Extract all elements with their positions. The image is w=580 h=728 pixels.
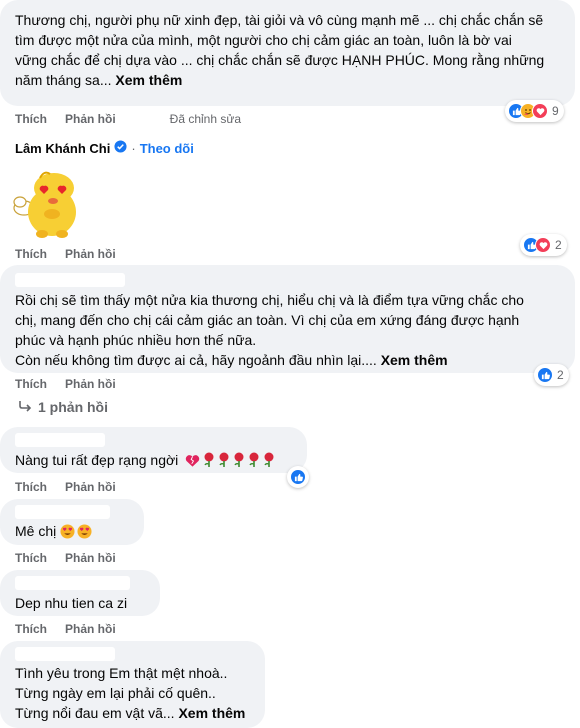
comment-line: phúc và hạnh phúc nhiều hơn thế nữa. [15, 332, 257, 348]
like-button[interactable]: Thích [15, 551, 47, 565]
comment-line: Dep nhu tien ca zi [15, 595, 128, 611]
rose-emoji-icon [248, 452, 260, 468]
reply-button[interactable]: Phản hồi [65, 247, 116, 261]
comment-actions: Thích Phản hồi [15, 480, 116, 494]
comment-actions: Thích Phản hồi Đã chỉnh sửa [15, 112, 241, 126]
comment-line: Mê chị [15, 523, 57, 539]
see-more-link[interactable]: Xem thêm [178, 705, 245, 721]
replies-count: 1 phản hồi [38, 399, 108, 415]
like-reaction-icon [537, 367, 553, 383]
like-reaction-icon [290, 469, 306, 485]
reaction-summary[interactable]: 2 [520, 234, 567, 256]
reply-arrow-icon [18, 399, 32, 415]
comment-bubble: Thương chị, người phụ nữ xinh đẹp, tài g… [0, 0, 575, 106]
comment-text: Rồi chị sẽ tìm thấy một nửa kia thương c… [15, 290, 524, 370]
reply-button[interactable]: Phản hồi [65, 622, 116, 636]
comment-line: chị, mang đến cho chị cái cảm giác an to… [15, 312, 520, 328]
comment-author: Lâm Khánh Chi · Theo dõi [15, 140, 194, 156]
comment-bubble: Dep nhu tien ca zi [0, 570, 160, 616]
comment-bubble: Nàng tui rất đẹp rạng ngời [0, 427, 307, 473]
like-button[interactable]: Thích [15, 247, 47, 261]
rose-emoji-icon [203, 452, 215, 468]
redacted-name [15, 433, 105, 447]
reaction-summary[interactable]: 2 [534, 364, 569, 386]
comment-actions: Thích Phản hồi [15, 622, 116, 636]
love-reaction-icon [535, 237, 551, 253]
redacted-name [15, 576, 130, 590]
reaction-summary[interactable]: 9 [505, 100, 564, 122]
redacted-name [15, 273, 125, 287]
reply-button[interactable]: Phản hồi [65, 377, 116, 391]
redacted-name [15, 505, 110, 519]
comment-bubble: Tình yêu trong Em thật mệt nhoà.. Từng n… [0, 641, 265, 728]
reaction-count: 2 [557, 368, 564, 382]
view-replies-link[interactable]: 1 phản hồi [18, 399, 108, 415]
rose-emoji-icon [218, 452, 230, 468]
comment-actions: Thích Phản hồi [15, 247, 116, 261]
sticker-image [12, 168, 84, 240]
separator-dot: · [131, 140, 136, 156]
redacted-name [15, 647, 115, 661]
comment-bubble: Rồi chị sẽ tìm thấy một nửa kia thương c… [0, 265, 575, 373]
author-name[interactable]: Lâm Khánh Chi [15, 141, 110, 156]
comment-text: Tình yêu trong Em thật mệt nhoà.. Từng n… [15, 663, 245, 723]
comment-line: tìm được một nửa của mình, một người cho… [15, 32, 512, 48]
comment-text: Thương chị, người phụ nữ xinh đẹp, tài g… [15, 10, 544, 90]
follow-button[interactable]: Theo dõi [140, 141, 194, 156]
broken-heart-emoji-icon [185, 453, 200, 473]
reaction-count: 2 [555, 238, 562, 252]
see-more-link[interactable]: Xem thêm [115, 72, 182, 88]
comment-text: Nàng tui rất đẹp rạng ngời [15, 450, 275, 473]
like-button[interactable]: Thích [15, 622, 47, 636]
comment-text: Dep nhu tien ca zi [15, 593, 127, 613]
comment-actions: Thích Phản hồi [15, 377, 116, 391]
comment-line: Thương chị, người phụ nữ xinh đẹp, tài g… [15, 12, 544, 28]
comment-line: Nàng tui rất đẹp rạng ngời [15, 452, 179, 468]
like-button[interactable]: Thích [15, 377, 47, 391]
comment-line: Rồi chị sẽ tìm thấy một nửa kia thương c… [15, 292, 524, 308]
reply-button[interactable]: Phản hồi [65, 551, 116, 565]
comment-line: vững chắc để chị dựa vào ... chị chắc ch… [15, 52, 545, 68]
love-reaction-icon [532, 103, 548, 119]
comment-bubble: Mê chị [0, 499, 144, 545]
comment-line: Từng ngày em lại phải cố quên.. [15, 685, 216, 701]
rose-emoji-icon [263, 452, 275, 468]
rose-emoji-icon [233, 452, 245, 468]
heart-eyes-emoji-icon [60, 524, 75, 544]
comment-line: Từng nổi đau em vật vã... [15, 705, 175, 721]
edited-label: Đã chỉnh sửa [169, 112, 242, 126]
comment-text: Mê chị [15, 521, 92, 544]
heart-eyes-emoji-icon [77, 524, 92, 544]
reaction-count: 9 [552, 104, 559, 118]
like-button[interactable]: Thích [15, 480, 47, 494]
comment-line: Tình yêu trong Em thật mệt nhoà.. [15, 665, 228, 681]
like-button[interactable]: Thích [15, 112, 47, 126]
comment-line: năm tháng sa... [15, 72, 112, 88]
verified-badge-icon [114, 140, 127, 156]
reply-button[interactable]: Phản hồi [65, 480, 116, 494]
comment-line: Còn nếu không tìm được ai cả, hãy ngoảnh… [15, 352, 377, 368]
reaction-summary[interactable] [287, 466, 309, 488]
see-more-link[interactable]: Xem thêm [381, 352, 448, 368]
reply-button[interactable]: Phản hồi [65, 112, 116, 126]
comment-actions: Thích Phản hồi [15, 551, 116, 565]
